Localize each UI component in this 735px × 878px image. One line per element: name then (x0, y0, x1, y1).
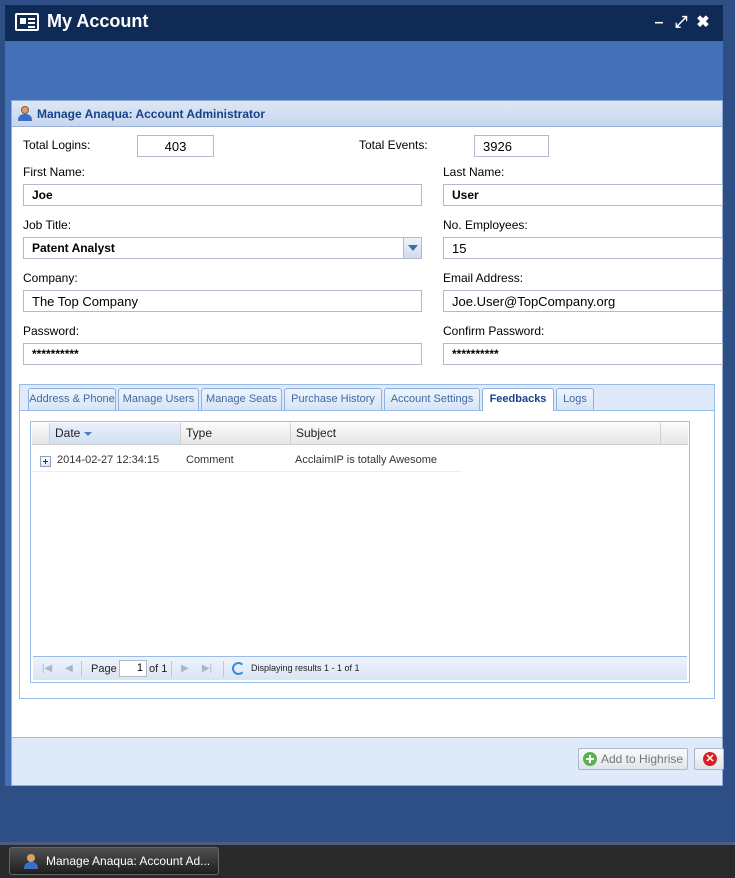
last-name-label: Last Name: (443, 165, 505, 179)
close-icon[interactable]: ✖ (695, 15, 711, 31)
grid-header: Date Type Subject (32, 423, 688, 445)
window-title-bar[interactable]: My Account – ⤢ ✖ (5, 5, 723, 41)
dialog-footer: Add to Highrise ✕ (12, 737, 724, 785)
tab-feedbacks[interactable]: Feedbacks (482, 388, 554, 411)
dialog-title: Manage Anaqua: Account Administrator (37, 107, 266, 121)
employees-input[interactable]: 15 (443, 237, 723, 259)
page-count-label: of 1 (149, 663, 168, 675)
first-page-icon[interactable]: |◀ (41, 663, 53, 675)
company-label: Company: (23, 271, 78, 285)
pager-separator (81, 661, 82, 677)
job-title-select[interactable]: Patent Analyst (23, 237, 422, 259)
tab-logs[interactable]: Logs (556, 388, 594, 410)
next-page-icon[interactable]: ▶ (179, 663, 191, 675)
row-subject: AcclaimIP is totally Awesome (295, 454, 438, 466)
paging-toolbar: |◀ ◀ Page 1 of 1 ▶ ▶| Displaying results… (33, 656, 687, 680)
company-input[interactable]: The Top Company (23, 290, 422, 312)
minimize-icon[interactable]: – (651, 15, 667, 31)
account-form: Total Logins: 403 Total Events: 3926 Fir… (12, 127, 723, 407)
password-label: Password: (23, 324, 80, 338)
user-icon (24, 854, 38, 869)
maximize-icon[interactable]: ⤢ (673, 15, 689, 31)
account-tab-panel: Address & Phone Manage Users Manage Seat… (19, 384, 715, 699)
window-title: My Account (47, 11, 149, 31)
page-label: Page (91, 663, 117, 675)
first-name-label: First Name: (23, 165, 86, 179)
column-type[interactable]: Type (181, 423, 291, 444)
job-title-label: Job Title: (23, 218, 72, 232)
refresh-icon[interactable] (232, 662, 245, 675)
total-events-label: Total Events: (359, 138, 428, 152)
pager-separator (171, 661, 172, 677)
column-subject[interactable]: Subject (291, 423, 661, 444)
cancel-button[interactable]: ✕ (694, 748, 724, 770)
tab-strip: Address & Phone Manage Users Manage Seat… (20, 385, 714, 411)
table-row[interactable]: 2014-02-27 12:34:15 Comment AcclaimIP is… (32, 450, 462, 472)
row-type: Comment (186, 454, 234, 466)
tab-manage-seats[interactable]: Manage Seats (201, 388, 282, 410)
pager-separator (223, 661, 224, 677)
dialog-header[interactable]: Manage Anaqua: Account Administrator (12, 101, 722, 127)
tab-purchase-history[interactable]: Purchase History (284, 388, 382, 410)
tab-address-phone[interactable]: Address & Phone (28, 388, 116, 410)
column-date[interactable]: Date (50, 423, 181, 444)
confirm-password-input[interactable]: ********** (443, 343, 723, 365)
chevron-down-icon[interactable] (403, 238, 421, 258)
taskbar: Manage Anaqua: Account Ad... (0, 842, 735, 878)
add-icon (583, 752, 597, 766)
feedbacks-panel: Date Type Subject 2014-02-27 12:34:15 Co… (30, 421, 690, 683)
total-logins-field: 403 (137, 135, 214, 157)
last-page-icon[interactable]: ▶| (201, 663, 213, 675)
sort-descending-icon (84, 431, 93, 436)
account-admin-dialog: Manage Anaqua: Account Administrator Tot… (11, 100, 724, 786)
email-label: Email Address: (443, 271, 524, 285)
feedback-grid: Date Type Subject 2014-02-27 12:34:15 Co… (32, 423, 688, 681)
employees-label: No. Employees: (443, 218, 528, 232)
job-title-value: Patent Analyst (32, 241, 115, 255)
row-date: 2014-02-27 12:34:15 (57, 454, 160, 466)
grid-expander-column (32, 423, 50, 444)
total-logins-label: Total Logins: (23, 138, 91, 152)
add-to-highrise-label: Add to Highrise (601, 752, 684, 766)
taskbar-item-label: Manage Anaqua: Account Ad... (46, 854, 211, 868)
add-to-highrise-button[interactable]: Add to Highrise (578, 748, 688, 770)
tab-account-settings[interactable]: Account Settings (384, 388, 480, 410)
password-input[interactable]: ********** (23, 343, 422, 365)
email-input[interactable]: Joe.User@TopCompany.org (443, 290, 723, 312)
close-icon: ✕ (703, 752, 717, 766)
tab-manage-users[interactable]: Manage Users (118, 388, 199, 410)
confirm-password-label: Confirm Password: (443, 324, 545, 338)
last-name-input[interactable]: User (443, 184, 723, 206)
taskbar-item-account-admin[interactable]: Manage Anaqua: Account Ad... (9, 847, 219, 875)
expand-row-icon[interactable] (40, 456, 51, 467)
first-name-input[interactable]: Joe (23, 184, 422, 206)
user-icon (18, 106, 32, 121)
total-events-field: 3926 (474, 135, 549, 157)
account-card-icon (15, 13, 39, 31)
page-number-input[interactable]: 1 (119, 660, 147, 677)
previous-page-icon[interactable]: ◀ (63, 663, 75, 675)
display-results-text: Displaying results 1 - 1 of 1 (251, 663, 360, 673)
